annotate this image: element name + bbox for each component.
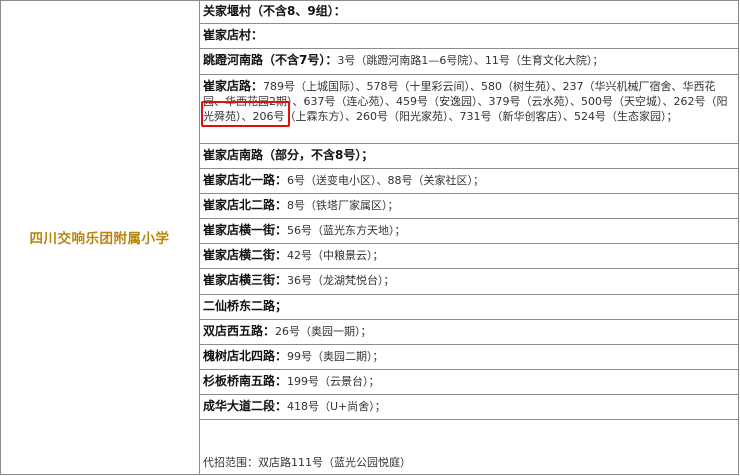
road-addresses: 8号（铁塔厂家属区）； — [287, 199, 399, 212]
address-row: 崔家店横一街：56号（蓝光东方天地）； — [200, 219, 738, 244]
address-row: 槐树店北四路：99号（奥园二期）； — [200, 345, 738, 370]
road-name: 崔家店横一街： — [203, 223, 288, 237]
road-addresses: 26号（奥园一期）； — [275, 325, 372, 338]
address-row: 崔家店村： — [200, 24, 738, 49]
address-row: 双店西五路：26号（奥园一期）； — [200, 320, 738, 345]
road-name: 崔家店村： — [203, 28, 264, 42]
address-row: 关家堰村（不含8、9组）： — [200, 0, 738, 24]
road-addresses: 3号（跳蹬河南路1—6号院）、11号（生育文化大院）； — [337, 54, 604, 67]
footer-note: 代招范围：双店路111号（蓝光公园悦庭） — [203, 456, 411, 469]
address-column: 关家堰村（不含8、9组）： 崔家店村： 跳蹬河南路（不含7号）：3号（跳蹬河南路… — [200, 0, 738, 474]
road-name: 槐树店北四路： — [203, 349, 288, 363]
road-name: 跳蹬河南路（不含7号）： — [203, 53, 338, 67]
road-addresses: 99号（奥园二期）； — [287, 350, 384, 363]
school-name: 四川交响乐团附属小学 — [29, 231, 170, 247]
address-row: 崔家店南路（部分，不含8号）； — [200, 144, 738, 169]
road-name: 崔家店横三街： — [203, 273, 288, 287]
road-addresses: 36号（龙湖梵悦台）； — [287, 274, 395, 287]
school-cell: 四川交响乐团附属小学 — [0, 0, 200, 474]
road-name: 崔家店北一路： — [203, 173, 288, 187]
road-name: 崔家店北二路： — [203, 198, 288, 212]
address-row: 崔家店横二街：42号（中粮景云）； — [200, 244, 738, 269]
road-addresses: 418号（U+尚舍）； — [287, 400, 386, 413]
address-row: 杉板桥南五路：199号（云景台）； — [200, 370, 738, 395]
highlight-box — [201, 101, 290, 127]
address-row: 崔家店北一路：6号（送变电小区）、88号（关家社区）； — [200, 169, 738, 194]
road-name: 关家堰村（不含8、9组）： — [203, 4, 346, 18]
address-row: 崔家店横三街：36号（龙湖梵悦台）； — [200, 269, 738, 295]
address-row: 崔家店北二路：8号（铁塔厂家属区）； — [200, 194, 738, 219]
road-addresses: 199号（云景台）； — [287, 375, 380, 388]
road-name: 杉板桥南五路： — [203, 374, 288, 388]
road-name: 二仙桥东二路； — [203, 299, 288, 313]
road-name: 成华大道二段： — [203, 399, 288, 413]
road-name: 双店西五路： — [203, 324, 276, 338]
footer-row: 代招范围：双店路111号（蓝光公园悦庭） — [200, 420, 738, 474]
road-addresses: 6号（送变电小区）、88号（关家社区）； — [287, 174, 485, 187]
road-name: 崔家店路： — [203, 79, 264, 93]
address-row: 成华大道二段：418号（U+尚舍）； — [200, 395, 738, 420]
road-name: 崔家店南路（部分，不含8号）； — [203, 148, 374, 162]
address-row: 跳蹬河南路（不含7号）：3号（跳蹬河南路1—6号院）、11号（生育文化大院）； — [200, 49, 738, 75]
road-addresses: 42号（中粮景云）； — [287, 249, 384, 262]
road-name: 崔家店横二街： — [203, 248, 288, 262]
road-addresses: 56号（蓝光东方天地）； — [287, 224, 406, 237]
address-row: 二仙桥东二路； — [200, 295, 738, 320]
